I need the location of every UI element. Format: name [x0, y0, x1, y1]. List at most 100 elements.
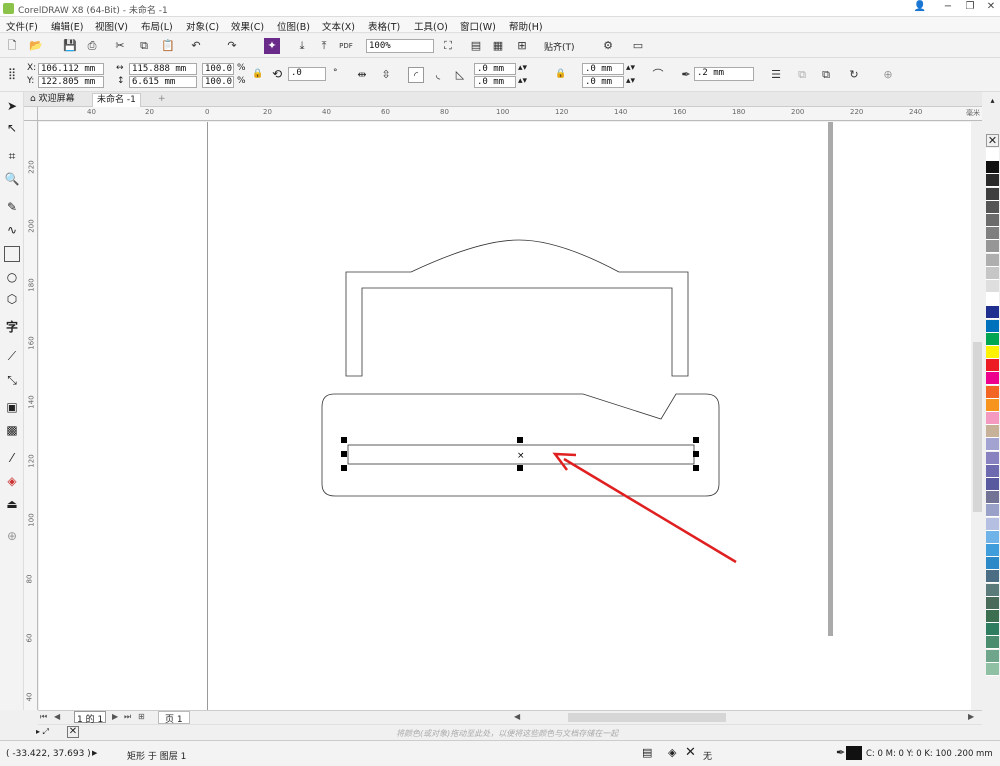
color-swatch[interactable]	[986, 491, 999, 505]
ellipse-tool-icon[interactable]: ○	[4, 269, 20, 285]
menu-layout[interactable]: 布局(L)	[141, 19, 173, 33]
menu-file[interactable]: 文件(F)	[6, 19, 38, 33]
color-swatch[interactable]	[986, 636, 999, 650]
account-icon[interactable]: 👤	[912, 1, 928, 15]
outline-width-field[interactable]: .2 mm	[694, 67, 754, 81]
menu-bitmap[interactable]: 位图(B)	[277, 19, 310, 33]
hscroll-left-icon[interactable]: ◀	[514, 712, 520, 721]
color-swatch[interactable]	[986, 517, 999, 531]
to-front-icon[interactable]: ⧉	[794, 67, 810, 83]
color-swatch[interactable]	[986, 544, 999, 557]
export-icon[interactable]: ⤒	[316, 38, 332, 54]
round-corner-icon[interactable]: ◜	[408, 67, 424, 83]
eyedropper-icon[interactable]: ⁄	[4, 450, 20, 466]
page-tab[interactable]: 页 1	[158, 711, 190, 725]
x-position-field[interactable]: 106.112 mm	[38, 63, 104, 75]
next-page-icon[interactable]: ▶	[112, 712, 118, 721]
wrap-text-icon[interactable]: ☰	[768, 67, 784, 83]
color-swatch[interactable]	[986, 649, 999, 663]
color-swatch[interactable]	[986, 438, 999, 452]
color-swatch[interactable]	[986, 332, 999, 346]
color-swatch[interactable]	[986, 398, 999, 412]
page-number-field[interactable]: 1 的 1	[74, 711, 107, 725]
menu-window[interactable]: 窗口(W)	[460, 19, 496, 33]
object-origin-icon[interactable]: ⣿	[4, 66, 20, 82]
y-position-field[interactable]: 122.805 mm	[38, 76, 104, 88]
mirror-vertical-icon[interactable]: ⇳	[378, 67, 394, 83]
redo-icon[interactable]: ↷	[224, 38, 240, 54]
color-swatch[interactable]	[986, 596, 999, 610]
options-gear-icon[interactable]: ⚙	[600, 38, 616, 54]
import-icon[interactable]: ⤓	[294, 38, 310, 54]
paste-icon[interactable]: 📋	[160, 38, 176, 54]
handle-middle-left[interactable]	[341, 451, 347, 457]
restore-button[interactable]: ❐	[962, 1, 978, 15]
open-icon[interactable]: 📂	[28, 38, 44, 54]
crop-tool-icon[interactable]: ⌗	[4, 148, 20, 164]
add-page-icon[interactable]: ⊞	[138, 712, 145, 721]
color-swatch[interactable]	[986, 412, 999, 425]
hscroll-right-icon[interactable]: ▶	[968, 712, 974, 721]
color-swatch[interactable]	[986, 425, 999, 439]
doc-no-color-swatch[interactable]: ✕	[67, 726, 79, 738]
color-swatch[interactable]	[986, 253, 999, 267]
pick-tool-icon[interactable]: ➤	[4, 98, 20, 114]
save-icon[interactable]: 💾	[62, 38, 78, 54]
parallel-dimension-icon[interactable]: ⟋	[4, 348, 20, 364]
connector-tool-icon[interactable]: ⤡	[4, 372, 20, 388]
shape-tool-icon[interactable]: ↖	[4, 120, 20, 136]
height-field[interactable]: 6.615 mm	[129, 76, 197, 88]
interactive-fill-icon[interactable]: ◈	[4, 473, 20, 489]
color-swatch[interactable]	[986, 583, 999, 597]
freehand-tool-icon[interactable]: ✎	[4, 199, 20, 215]
status-expand-icon[interactable]: ▶	[92, 749, 97, 757]
color-swatch[interactable]	[986, 359, 999, 373]
prev-page-icon[interactable]: ◀	[54, 712, 60, 721]
smart-fill-icon[interactable]: ⏏	[4, 496, 20, 512]
handle-bottom-center[interactable]	[517, 465, 523, 471]
transparency-icon[interactable]: ▩	[4, 422, 20, 438]
color-swatch[interactable]	[986, 280, 999, 293]
guidelines-icon[interactable]: ⊞	[514, 38, 530, 54]
color-swatch[interactable]	[986, 662, 999, 676]
full-screen-icon[interactable]: ⛶	[440, 38, 456, 54]
vertical-scroll-thumb[interactable]	[973, 342, 982, 512]
color-swatch[interactable]	[986, 227, 999, 241]
snap-to-dropdown[interactable]: 贴齐(T)	[544, 40, 575, 53]
color-swatch[interactable]	[986, 478, 999, 491]
drop-shadow-icon[interactable]: ▣	[4, 399, 20, 415]
corner-spinner-bottom[interactable]: ▴▾	[518, 76, 527, 86]
search-content-icon[interactable]: ✦	[264, 38, 280, 54]
copy-icon[interactable]: ⧉	[136, 38, 152, 54]
color-swatch[interactable]	[986, 174, 999, 188]
text-tool-icon[interactable]: 字	[4, 319, 20, 335]
color-swatch[interactable]	[986, 557, 999, 571]
minimize-button[interactable]: −	[940, 1, 956, 15]
last-page-icon[interactable]: ⏭	[124, 712, 131, 722]
palette-scroll-up-icon[interactable]: ▴	[986, 96, 999, 108]
color-swatch[interactable]	[986, 504, 999, 518]
publish-pdf-icon[interactable]: PDF	[338, 38, 354, 54]
horizontal-ruler[interactable]: 40 20 0 20 40 60 80 100 120 140 160 180 …	[38, 107, 982, 121]
headboard-shape[interactable]	[345, 239, 689, 377]
vertical-ruler[interactable]: 220 200 180 160 140 120 100 80 60 40	[24, 121, 38, 710]
outline-color-swatch[interactable]	[846, 746, 862, 760]
tab-welcome-screen[interactable]: ⌂ 欢迎屏幕	[26, 93, 79, 107]
palette-menu-icon[interactable]: ▸ ⤢	[36, 727, 49, 737]
scale-x-field[interactable]: 100.0	[202, 63, 234, 75]
polygon-tool-icon[interactable]: ⬡	[4, 291, 20, 307]
convert-to-curves-icon[interactable]: ↻	[846, 67, 862, 83]
first-page-icon[interactable]: ⏮	[40, 712, 47, 722]
to-back-icon[interactable]: ⧉	[818, 67, 834, 83]
no-color-swatch[interactable]: ✕	[986, 134, 999, 147]
menu-view[interactable]: 视图(V)	[95, 19, 128, 33]
handle-top-center[interactable]	[517, 437, 523, 443]
tab-document[interactable]: 未命名 -1	[92, 93, 141, 107]
color-swatch[interactable]	[986, 464, 999, 478]
width-field[interactable]: 115.888 mm	[129, 63, 197, 75]
menu-table[interactable]: 表格(T)	[368, 19, 400, 33]
color-swatch[interactable]	[986, 623, 999, 637]
lock-ratio-icon[interactable]: 🔒	[252, 69, 263, 79]
corner-radius-top-left[interactable]: .0 mm	[474, 63, 516, 75]
color-proof-icon[interactable]: ▤	[642, 746, 652, 759]
